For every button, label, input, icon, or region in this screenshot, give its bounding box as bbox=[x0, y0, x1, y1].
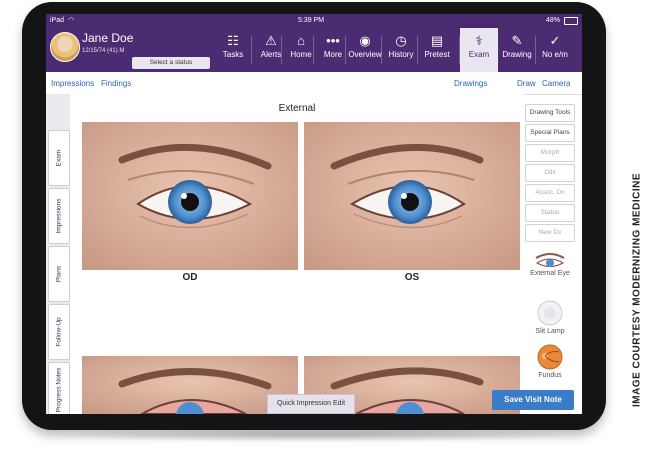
nav-divider bbox=[459, 36, 460, 64]
nav-label: No e/m bbox=[542, 50, 568, 59]
new-dx-button[interactable]: New Dx bbox=[525, 224, 575, 242]
nav-divider bbox=[251, 36, 252, 64]
device-name: iPad bbox=[50, 17, 65, 24]
tab-impressions[interactable]: Impressions bbox=[48, 188, 70, 244]
battery-icon bbox=[564, 17, 578, 25]
battery-level: 48% bbox=[546, 17, 561, 24]
home-icon: ⌂ bbox=[297, 33, 305, 48]
patient-name: Jane Doe bbox=[82, 31, 134, 45]
wifi-icon: ◠ bbox=[68, 17, 75, 24]
draw-link[interactable]: Draw bbox=[517, 79, 536, 88]
nav-label: Pretest bbox=[424, 50, 450, 59]
alerts-icon: ⚠ bbox=[265, 33, 277, 48]
select-status-button[interactable]: Select a status bbox=[132, 57, 210, 69]
nav-divider bbox=[281, 36, 282, 64]
nav-divider bbox=[497, 36, 498, 64]
nav-divider bbox=[313, 36, 314, 64]
nav-label: Drawing bbox=[502, 50, 532, 59]
side-tabs: Exam Impressions Plans Follow-Up Progres… bbox=[46, 94, 70, 414]
external-eye-label[interactable]: External Eye bbox=[526, 270, 574, 277]
external-eye-icon[interactable] bbox=[534, 252, 566, 270]
nav-label: Overview bbox=[348, 50, 382, 59]
eye-drawing-od[interactable] bbox=[82, 122, 298, 270]
nav-divider bbox=[417, 36, 418, 64]
morph-button[interactable]: Morph bbox=[525, 144, 575, 162]
tab-progress-notes[interactable]: Progress Notes bbox=[48, 362, 70, 414]
history-icon: ◷ bbox=[395, 33, 407, 48]
nav-divider bbox=[535, 36, 536, 64]
app-screen: iPad ◠ 5:39 PM 48% Jane Doe 12/15/74 (41… bbox=[46, 14, 582, 414]
nav-label: Tasks bbox=[222, 50, 244, 59]
nav-divider bbox=[381, 36, 382, 64]
pretest-icon: ▤ bbox=[430, 33, 444, 48]
tab-plans[interactable]: Plans bbox=[48, 246, 70, 302]
patient-info: 12/15/74 (41) M bbox=[82, 48, 125, 54]
fundus-icon[interactable] bbox=[537, 344, 563, 370]
drawings-link[interactable]: Drawings bbox=[454, 79, 487, 88]
nav-no-e-m[interactable]: ✓ No e/m bbox=[536, 28, 574, 72]
tasks-icon: ☷ bbox=[227, 33, 239, 48]
od-label: OD bbox=[182, 272, 198, 283]
findings-link[interactable]: Findings bbox=[101, 79, 131, 88]
slit-lamp-label[interactable]: Slit Lamp bbox=[526, 328, 574, 335]
more-icon: ••• bbox=[326, 33, 340, 48]
nav-pretest[interactable]: ▤ Pretest bbox=[418, 28, 456, 72]
sub-nav: Impressions Findings Drawings Draw Camer… bbox=[46, 72, 582, 95]
image-credit: IMAGE COURTESY MODERNIZING MEDICINE bbox=[631, 173, 643, 407]
os-label: OS bbox=[404, 272, 420, 283]
drawing-title: External bbox=[278, 103, 316, 114]
slit-lamp-icon[interactable] bbox=[537, 300, 563, 326]
special-plans-button[interactable]: Special Plans bbox=[525, 124, 575, 142]
status-bar: iPad ◠ 5:39 PM 48% bbox=[46, 14, 582, 28]
top-nav: Jane Doe 12/15/74 (41) M Select a status… bbox=[46, 28, 582, 72]
camera-link[interactable]: Camera bbox=[542, 79, 570, 88]
nav-label: History bbox=[388, 50, 414, 59]
tab-exam[interactable]: Exam bbox=[48, 130, 70, 186]
drawing-tools-button[interactable]: Drawing Tools bbox=[525, 104, 575, 122]
clock: 5:39 PM bbox=[298, 17, 325, 24]
nav-label: Exam bbox=[468, 50, 490, 59]
device-shadow bbox=[40, 428, 590, 442]
nav-exam[interactable]: ⚕ Exam bbox=[460, 28, 498, 72]
nav-overview[interactable]: ◉ Overview bbox=[346, 28, 384, 72]
quick-impression-edit-button[interactable]: Quick Impression Edit bbox=[267, 394, 355, 414]
eye-drawing-od-lower[interactable] bbox=[82, 356, 298, 414]
drawing-icon: ✎ bbox=[511, 33, 523, 48]
impressions-link[interactable]: Impressions bbox=[51, 79, 94, 88]
exam-icon: ⚕ bbox=[475, 33, 483, 48]
fundus-label[interactable]: Fundus bbox=[526, 372, 574, 379]
assoc-dx-button[interactable]: Assoc. Dx bbox=[525, 184, 575, 202]
nav-drawing[interactable]: ✎ Drawing bbox=[498, 28, 536, 72]
avatar[interactable] bbox=[50, 32, 80, 62]
tab-follow-up[interactable]: Follow-Up bbox=[48, 304, 70, 360]
eye-drawing-os[interactable] bbox=[304, 122, 520, 270]
status-button[interactable]: Status bbox=[525, 204, 575, 222]
nav-divider bbox=[345, 36, 346, 64]
ddx-button[interactable]: Ddx bbox=[525, 164, 575, 182]
drawing-canvas[interactable]: External OD OS bbox=[70, 94, 524, 414]
right-panel: Drawing Tools Special Plans Morph Ddx As… bbox=[524, 94, 582, 414]
nav-history[interactable]: ◷ History bbox=[382, 28, 420, 72]
save-visit-note-button[interactable]: Save Visit Note bbox=[492, 390, 574, 410]
overview-icon: ◉ bbox=[359, 33, 371, 48]
nav-tasks[interactable]: ☷ Tasks bbox=[214, 28, 252, 72]
no-e-m-icon: ✓ bbox=[549, 33, 561, 48]
